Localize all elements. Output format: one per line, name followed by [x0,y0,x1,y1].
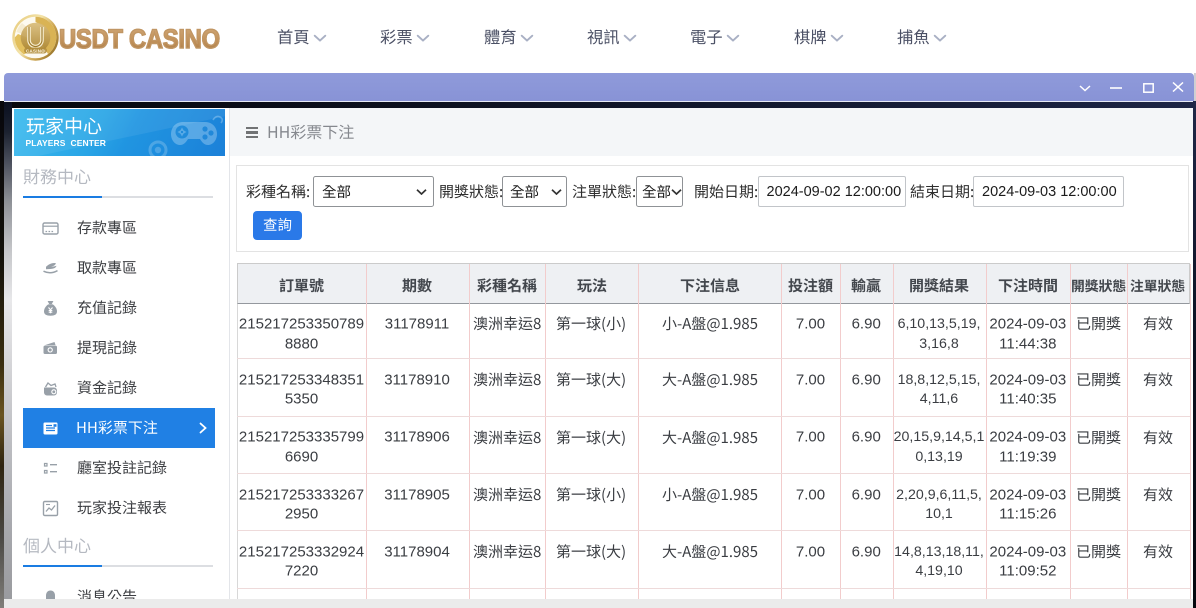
svg-text:CASINO: CASINO [26,48,45,53]
